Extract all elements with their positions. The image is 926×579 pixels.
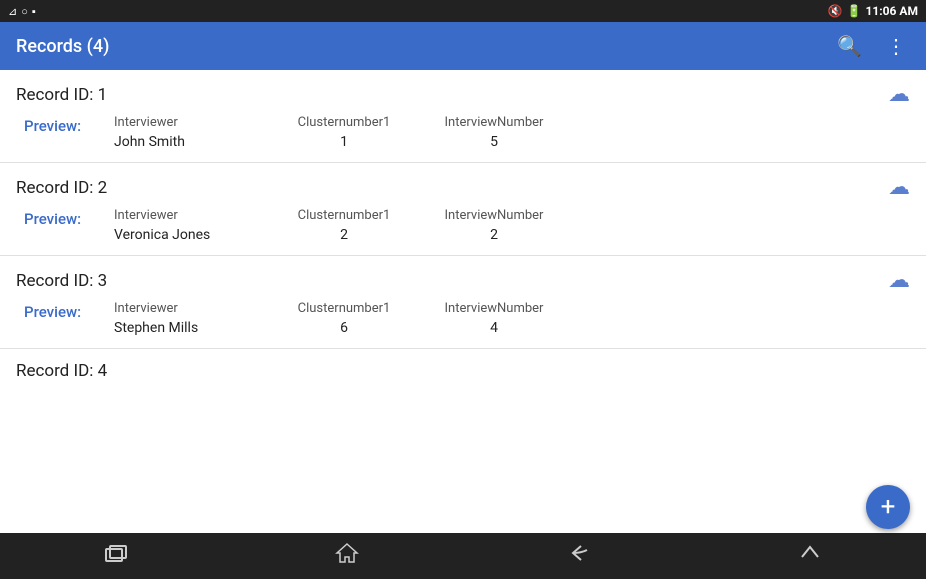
time-display: 11:06 AM xyxy=(866,4,918,18)
interviewer-value-3: Stephen Mills xyxy=(114,320,274,336)
record-id-4: Record ID: 4 xyxy=(16,361,107,381)
search-button[interactable]: 🔍 xyxy=(833,30,866,63)
preview-label-2: Preview: xyxy=(24,208,114,228)
col-header-cluster: Clusternumber1 xyxy=(274,301,414,316)
cloud-upload-icon-2[interactable]: ☁ xyxy=(888,175,910,200)
record-id-2: Record ID: 2 xyxy=(16,178,107,198)
preview-table-3: Interviewer Clusternumber1 InterviewNumb… xyxy=(114,301,910,336)
preview-row-2: Veronica Jones 2 2 xyxy=(114,227,910,243)
home-button[interactable] xyxy=(315,536,379,576)
interview-value-2: 2 xyxy=(414,227,574,243)
bottom-nav xyxy=(0,533,926,579)
col-header-interviewer: Interviewer xyxy=(114,301,274,316)
notification-icon: ○ xyxy=(21,5,28,18)
top-bar-actions: 🔍 ⋮ xyxy=(833,30,910,63)
cloud-upload-icon-3[interactable]: ☁ xyxy=(888,268,910,293)
preview-header-2: Interviewer Clusternumber1 InterviewNumb… xyxy=(114,208,910,223)
cluster-value-3: 6 xyxy=(274,320,414,336)
record-header: Record ID: 2 ☁ xyxy=(16,175,910,200)
add-record-fab[interactable]: + xyxy=(866,485,910,529)
col-header-cluster: Clusternumber1 xyxy=(274,115,414,130)
interview-value-3: 4 xyxy=(414,320,574,336)
signal-icon: ⊿ xyxy=(8,5,17,18)
preview-row-1: John Smith 1 5 xyxy=(114,134,910,150)
record-item: Record ID: 3 ☁ Preview: Interviewer Clus… xyxy=(0,256,926,349)
record-item: Record ID: 1 ☁ Preview: Interviewer Clus… xyxy=(0,70,926,163)
record-id-3: Record ID: 3 xyxy=(16,271,107,291)
interview-value-1: 5 xyxy=(414,134,574,150)
preview-header-1: Interviewer Clusternumber1 InterviewNumb… xyxy=(114,115,910,130)
preview-label-1: Preview: xyxy=(24,115,114,135)
status-bar: ⊿ ○ ▪ 🔇 🔋 11:06 AM xyxy=(0,0,926,22)
photo-icon: ▪ xyxy=(32,5,36,18)
preview-section-1: Preview: Interviewer Clusternumber1 Inte… xyxy=(16,115,910,150)
col-header-interviewer: Interviewer xyxy=(114,208,274,223)
record-header: Record ID: 3 ☁ xyxy=(16,268,910,293)
record-id-1: Record ID: 1 xyxy=(16,85,107,105)
preview-table-2: Interviewer Clusternumber1 InterviewNumb… xyxy=(114,208,910,243)
interviewer-value-2: Veronica Jones xyxy=(114,227,274,243)
col-header-interviewer: Interviewer xyxy=(114,115,274,130)
page-title: Records (4) xyxy=(16,36,109,57)
recent-apps-button[interactable] xyxy=(84,537,148,575)
record-header: Record ID: 1 ☁ xyxy=(16,82,910,107)
cluster-value-1: 1 xyxy=(274,134,414,150)
preview-table-1: Interviewer Clusternumber1 InterviewNumb… xyxy=(114,115,910,150)
record-item: Record ID: 4 xyxy=(0,349,926,401)
record-item: Record ID: 2 ☁ Preview: Interviewer Clus… xyxy=(0,163,926,256)
interviewer-value-1: John Smith xyxy=(114,134,274,150)
volume-off-icon: 🔇 xyxy=(828,4,843,18)
col-header-interview: InterviewNumber xyxy=(414,301,574,316)
preview-label-3: Preview: xyxy=(24,301,114,321)
col-header-cluster: Clusternumber1 xyxy=(274,208,414,223)
preview-header-3: Interviewer Clusternumber1 InterviewNumb… xyxy=(114,301,910,316)
record-header: Record ID: 4 xyxy=(16,361,910,381)
col-header-interview: InterviewNumber xyxy=(414,208,574,223)
battery-icon: 🔋 xyxy=(847,4,862,18)
col-header-interview: InterviewNumber xyxy=(414,115,574,130)
back-button[interactable] xyxy=(547,536,611,576)
records-list: Record ID: 1 ☁ Preview: Interviewer Clus… xyxy=(0,70,926,533)
status-icons-left: ⊿ ○ ▪ xyxy=(8,5,36,18)
preview-section-2: Preview: Interviewer Clusternumber1 Inte… xyxy=(16,208,910,243)
cloud-upload-icon-1[interactable]: ☁ xyxy=(888,82,910,107)
cluster-value-2: 2 xyxy=(274,227,414,243)
status-icons-right: 🔇 🔋 11:06 AM xyxy=(828,4,918,18)
more-options-button[interactable]: ⋮ xyxy=(882,30,910,63)
scroll-up-button[interactable] xyxy=(778,536,842,576)
preview-section-3: Preview: Interviewer Clusternumber1 Inte… xyxy=(16,301,910,336)
top-bar: Records (4) 🔍 ⋮ xyxy=(0,22,926,70)
preview-row-3: Stephen Mills 6 4 xyxy=(114,320,910,336)
